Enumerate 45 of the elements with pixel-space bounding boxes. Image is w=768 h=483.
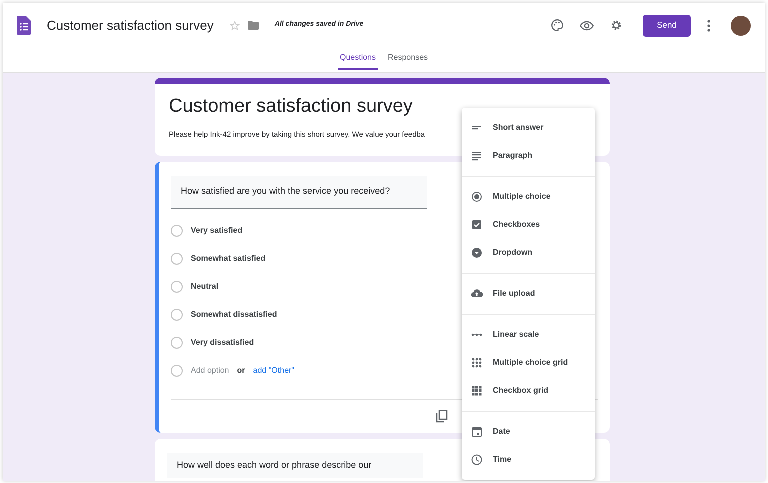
clock-icon [471,454,483,466]
menu-item[interactable]: Linear scale [462,321,595,349]
option-label[interactable]: Somewhat dissatisfied [191,308,278,321]
option-label[interactable]: Very satisfied [191,224,243,237]
radio-button[interactable] [171,308,183,321]
option-label[interactable]: Very dissatisfied [191,336,254,349]
palette-icon[interactable] [551,19,564,32]
menu-item[interactable]: Multiple choice grid [462,349,595,377]
menu-item[interactable]: Checkbox grid [462,377,595,405]
preview-eye-icon[interactable] [580,20,594,30]
menu-item[interactable]: File upload [462,280,595,308]
form-title[interactable]: Customer satisfaction survey [47,16,214,36]
radio-button-icon [471,191,483,203]
square-grid-icon [471,385,483,397]
menu-item[interactable]: Dropdown [462,239,595,267]
option-label[interactable]: Neutral [191,280,219,293]
menu-item[interactable]: Time [462,446,595,474]
or-label: or [237,364,246,377]
menu-item[interactable]: Checkboxes [462,211,595,239]
forms-logo-icon[interactable] [17,16,31,35]
calendar-icon [471,426,483,438]
tab[interactable]: Questions [338,48,378,70]
radio-button[interactable] [171,252,183,265]
radio-button[interactable] [171,336,183,349]
tab[interactable]: Responses [386,48,430,70]
option-label[interactable]: Somewhat satisfied [191,252,266,265]
add-option-field[interactable]: Add option [191,364,230,377]
dot-grid-icon [471,357,483,369]
star-icon[interactable] [230,20,240,30]
avatar[interactable] [731,16,751,36]
dropdown-icon [471,247,483,259]
send-button[interactable]: Send [643,14,691,36]
radio-button[interactable] [171,280,183,293]
duplicate-icon[interactable] [436,410,448,423]
add-other-link[interactable]: add "Other" [253,364,295,377]
checkbox-icon [471,219,483,231]
more-options-icon[interactable] [707,20,711,32]
question-field[interactable]: How well does each word or phrase describe our [167,452,423,478]
radio-button[interactable] [171,224,183,237]
cloud-upload-icon [471,288,483,300]
folder-icon[interactable] [248,21,259,30]
paragraph-icon [471,150,483,162]
question-field[interactable]: How satisfied are you with the service you received? [171,176,427,209]
settings-icon[interactable] [610,19,623,32]
menu-item[interactable]: Multiple choice [462,183,595,211]
